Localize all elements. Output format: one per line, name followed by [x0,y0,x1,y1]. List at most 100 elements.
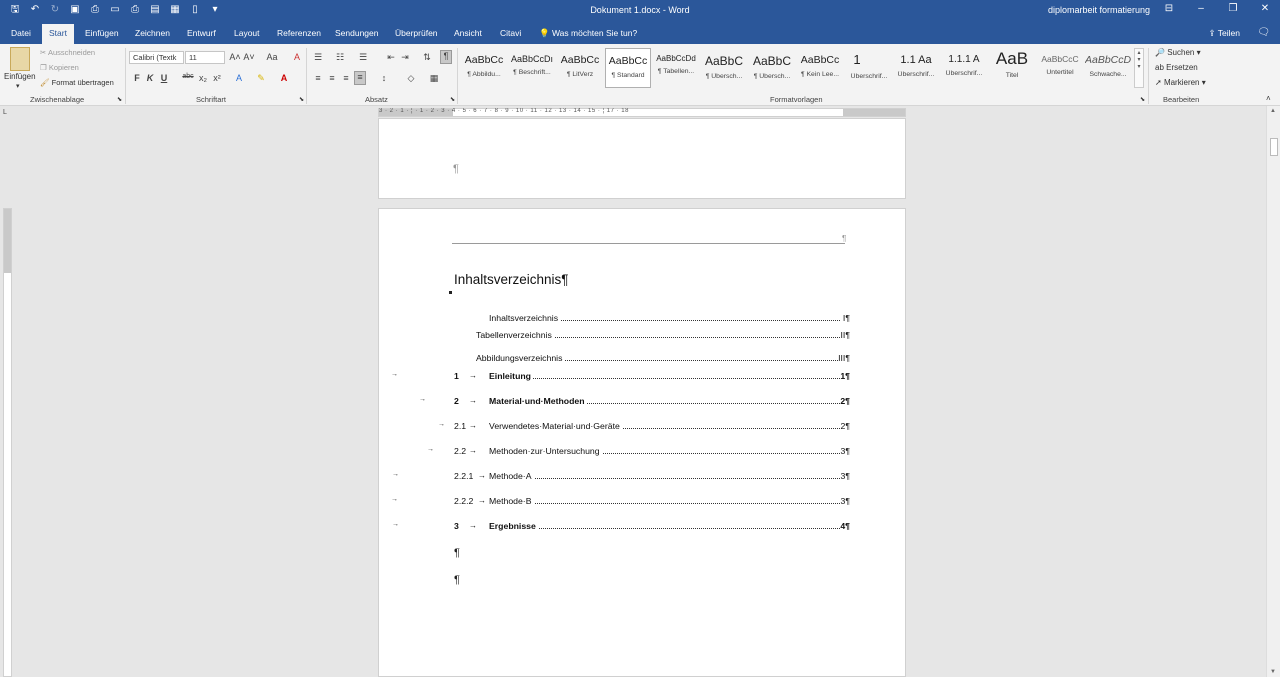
close-icon[interactable]: ✕ [1258,3,1272,14]
toc-entry[interactable]: 3 → Ergebnisse → 4¶ [392,521,850,533]
vertical-ruler[interactable] [3,208,12,677]
tab-citavi[interactable]: Citavi [500,28,521,38]
tab-referenzen[interactable]: Referenzen [277,28,321,38]
collapse-ribbon-icon[interactable]: ˄ [1266,94,1271,103]
change-case-icon[interactable]: Aa [263,52,281,62]
bold-button[interactable]: F [131,73,143,83]
strikethrough-button[interactable]: abc [181,73,195,80]
tab-arrow-icon: → [469,396,477,405]
align-left-icon[interactable]: ≡ [312,73,324,83]
tab-sendungen[interactable]: Sendungen [335,28,379,38]
bullets-icon[interactable]: ☰ [312,52,324,63]
subscript-button[interactable]: x₂ [197,73,209,83]
vertical-scrollbar[interactable]: ▲ ▼ [1266,106,1280,677]
horizontal-ruler[interactable]: 3 · 2 · 1 · ¦ · 1 · 2 · 3 · 4 · 5 · 6 · … [378,108,906,117]
tab-selector-icon[interactable]: L [3,109,13,118]
toc-entry[interactable]: Tabellenverzeichnis→II¶ [454,330,850,342]
toc-entry[interactable]: 2 → Material·und·Methoden → 2¶ [419,396,850,408]
style-item[interactable]: AaBbCcD Schwache... [1085,48,1131,88]
select-button[interactable]: ➚ Markieren ▾ [1155,78,1206,87]
share-button[interactable]: ⇪ Teilen [1208,28,1240,39]
line-spacing-icon[interactable]: ↕ [378,73,390,83]
scroll-down-icon[interactable]: ▼ [1270,669,1276,675]
replace-button[interactable]: ab Ersetzen [1155,63,1198,72]
style-sample: AaBbC [704,54,744,68]
tab-layout[interactable]: Layout [234,28,260,38]
copy-button[interactable]: ❐ Kopieren [40,63,79,72]
style-item[interactable]: AaBbC ¶ Übersch... [749,48,795,88]
align-center-icon[interactable]: ≡ [326,73,338,83]
tab-start[interactable]: Start [42,24,74,44]
toc-entry[interactable]: 1 → Einleitung → 1¶ [391,371,850,383]
tab-ueberpruefen[interactable]: Überprüfen [395,28,438,38]
style-item[interactable]: AaBbC ¶ Übersch... [701,48,747,88]
style-item[interactable]: AaBbCc ¶ Abbildu... [461,48,507,88]
tab-einfuegen[interactable]: Einfügen [85,28,119,38]
tab-ansicht[interactable]: Ansicht [454,28,482,38]
decrease-indent-icon[interactable]: ⇤ [385,52,397,63]
superscript-button[interactable]: x² [211,73,223,83]
document-page[interactable]: ¶ Inhaltsverzeichnis¶ Inhaltsverzeichnis… [378,208,906,677]
replace-icon: ab [1155,63,1164,72]
minimize-icon[interactable]: – [1194,3,1208,14]
ribbon-display-icon[interactable]: ⊟ [1162,3,1176,14]
grow-font-icon[interactable]: A˄ [229,52,241,62]
shading-icon[interactable]: ◇ [405,73,417,84]
paste-button[interactable]: Einfügen [4,72,36,81]
clipboard-launcher-icon[interactable]: ⬊ [117,96,122,103]
multilevel-list-icon[interactable]: ☰ [357,52,369,63]
paragraph-launcher-icon[interactable]: ⬊ [450,96,455,103]
toc-entry[interactable]: Inhaltsverzeichnis→I¶ [454,313,850,325]
toc-entry[interactable]: 2.1 → Verwendetes·Material·und·Geräte → 2¶ [438,421,850,433]
toc-entry[interactable]: 2.2.2 → Methode·B → 3¶ [391,496,850,508]
font-size-dropdown[interactable]: 11 [185,51,225,64]
tab-zeichnen[interactable]: Zeichnen [135,28,170,38]
shrink-font-icon[interactable]: A˅ [243,52,255,62]
document-page-previous[interactable]: ¶ [378,118,906,199]
toc-entry[interactable]: 2.2 → Methoden·zur·Untersuchung → 3¶ [427,446,850,458]
comments-icon[interactable]: 🗨 [1257,27,1270,38]
italic-button[interactable]: K [144,73,156,83]
underline-button[interactable]: U [158,73,170,83]
style-item[interactable]: 1.1.1 A Überschrif... [941,48,987,88]
style-item-selected[interactable]: AaBbCc ¶ Standard [605,48,651,88]
toc-entry[interactable]: Abbildungsverzeichnis→III¶ [454,353,850,365]
increase-indent-icon[interactable]: ⇥ [399,52,411,63]
clear-formatting-icon[interactable]: A [291,52,303,62]
show-formatting-marks-icon[interactable]: ¶ [440,50,452,64]
numbering-icon[interactable]: ☷ [334,52,346,63]
sort-icon[interactable]: ⇅ [421,52,433,63]
paste-dropdown-icon[interactable]: ▾ [16,82,20,90]
toc-entry[interactable]: 2.2.1 → Methode·A → 3¶ [392,471,850,483]
font-color-icon[interactable]: A [278,73,290,83]
style-item[interactable]: AaBbCcDı ¶ Beschrift... [509,48,555,88]
tab-datei[interactable]: Datei [11,28,31,38]
styles-launcher-icon[interactable]: ⬊ [1140,96,1145,103]
format-painter-button[interactable]: 🖌 Format übertragen [40,78,114,87]
account-name[interactable]: diplomarbeit formatierung [1048,5,1150,15]
font-launcher-icon[interactable]: ⬊ [299,96,304,103]
style-item[interactable]: 1 [845,48,869,88]
text-effects-icon[interactable]: A [233,73,245,83]
find-button[interactable]: 🔎 Suchen ▾ [1155,48,1201,57]
styles-gallery-scroll[interactable]: ▴ ▾ ▾ [1134,48,1144,88]
align-right-icon[interactable]: ≡ [340,73,352,83]
style-item[interactable]: AaBbCc ¶ Kein Lee... [797,48,843,88]
justify-icon[interactable]: ≡ [354,71,366,85]
tab-entwurf[interactable]: Entwurf [187,28,216,38]
style-item[interactable]: AaBbCcC Untertitel [1037,48,1083,88]
style-name: ¶ Kein Lee... [800,71,840,78]
paste-icon[interactable] [10,47,30,71]
style-item[interactable]: AaBbCcDd ¶ Tabellen... [653,48,699,88]
cut-button[interactable]: ✂ Ausschneiden [40,48,95,57]
scroll-up-icon[interactable]: ▲ [1270,108,1276,114]
font-name-dropdown[interactable]: Calibri (Textk [129,51,184,64]
style-item[interactable]: AaBbCc ¶ LitVerz [557,48,603,88]
restore-icon[interactable]: ❐ [1226,3,1240,14]
scrollbar-thumb[interactable] [1270,138,1278,156]
highlight-icon[interactable]: ✎ [255,73,267,84]
style-item[interactable]: 1.1 Aa Überschrif... [893,48,939,88]
borders-icon[interactable]: ▦ [428,73,440,84]
style-item[interactable]: AaB Titel [989,48,1035,88]
tell-me-search[interactable]: 💡 Was möchten Sie tun? [539,28,637,39]
